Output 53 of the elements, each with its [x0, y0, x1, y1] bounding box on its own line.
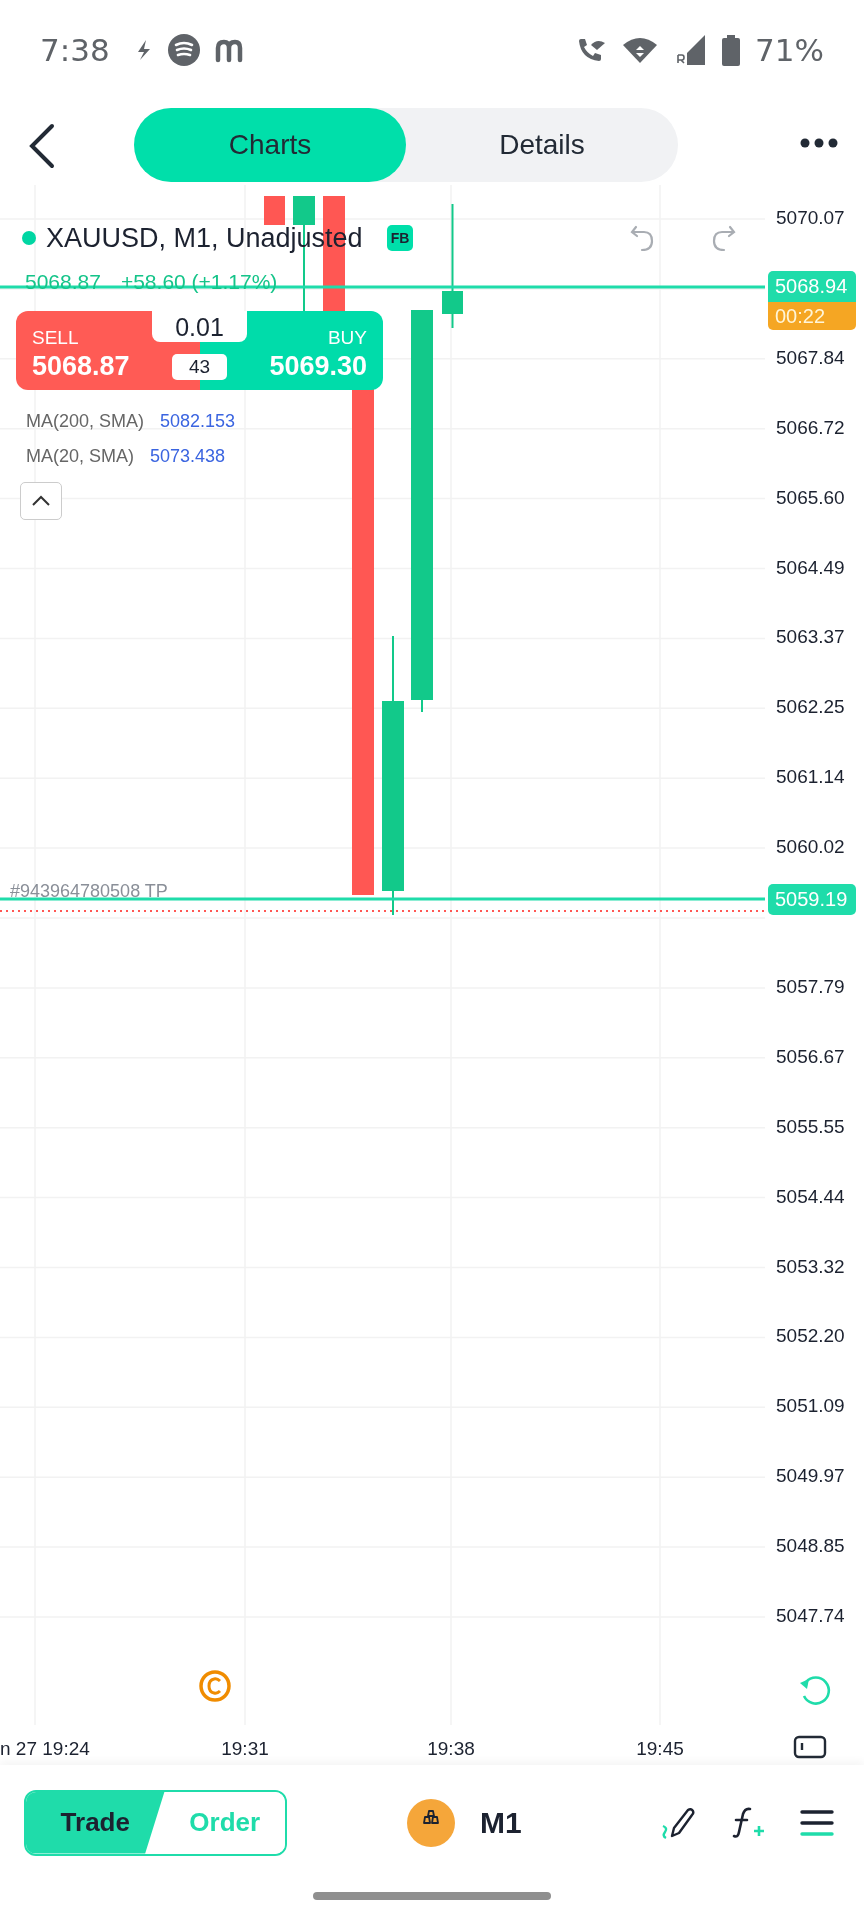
price-tick: 5060.02 — [776, 836, 845, 859]
price-tick: 5047.74 — [776, 1605, 845, 1627]
status-time: 7:38 — [40, 32, 110, 68]
tab[interactable]: Charts — [134, 108, 406, 182]
price-tick: 5057.79 — [776, 975, 845, 998]
price-tick: 5064.49 — [776, 556, 845, 579]
price-tick: 5054.44 — [776, 1185, 845, 1208]
price-tick: 5052.20 — [776, 1325, 845, 1348]
badge: FB — [386, 225, 414, 251]
price-tick: 5062.25 — [776, 696, 845, 719]
signal-icon — [673, 33, 708, 67]
function-icon[interactable] — [730, 1805, 766, 1840]
order-label: #943964780508 TP — [10, 881, 168, 902]
price-tick: 5056.67 — [776, 1045, 845, 1068]
panel-toggle-icon[interactable] — [793, 1735, 827, 1759]
mode-tab[interactable]: Trade — [26, 1791, 165, 1854]
price-tick: 5063.37 — [776, 626, 845, 649]
copyright-icon — [198, 1669, 232, 1703]
stacked-lines-icon — [167, 34, 200, 66]
time-tick: 19:38 — [427, 1738, 475, 1760]
time-tick: 19:45 — [636, 1738, 684, 1760]
price-tick: 5051.09 — [776, 1395, 845, 1418]
price-tick: 5049.97 — [776, 1465, 845, 1488]
price-tick: 5065.60 — [776, 486, 845, 509]
chevron-up-icon — [31, 494, 51, 508]
candle — [264, 196, 285, 225]
more-icon[interactable] — [800, 138, 838, 148]
volume-field[interactable]: 0.01 — [152, 311, 247, 342]
indicator-name: MA(20, SMA) — [26, 446, 135, 467]
battery-icon — [721, 34, 742, 66]
price-tick: 5055.55 — [776, 1115, 845, 1138]
price-tick: 5061.14 — [776, 766, 845, 789]
time-tick: 19:31 — [221, 1738, 269, 1760]
time-tick: n 27 19:24 — [0, 1738, 90, 1760]
battery-percent: 71% — [755, 32, 824, 68]
indicator-value: 5082.153 — [160, 411, 236, 432]
price-tick: 5070.07 — [776, 207, 845, 229]
candle-timer: 00:22 — [768, 302, 856, 330]
indicator-value: 5073.438 — [150, 446, 226, 467]
price-tick: 5066.72 — [776, 416, 845, 439]
price-tag: 5068.94 — [768, 271, 856, 302]
stacked-bars-icon[interactable] — [407, 1798, 455, 1847]
collapse-button[interactable] — [20, 482, 62, 520]
tab[interactable]: Details — [406, 108, 678, 182]
menu-icon[interactable] — [800, 1808, 834, 1837]
price-tick: 5048.85 — [776, 1535, 845, 1558]
timeframe-label[interactable]: M1 — [480, 1805, 522, 1840]
status-dot — [22, 231, 36, 245]
price-tick: 5067.84 — [776, 346, 845, 369]
spread-badge: 43 — [172, 354, 227, 380]
indicator-name: MA(200, SMA) — [26, 411, 145, 432]
price-tick: 5053.32 — [776, 1255, 845, 1278]
wifi-icon — [621, 35, 660, 65]
